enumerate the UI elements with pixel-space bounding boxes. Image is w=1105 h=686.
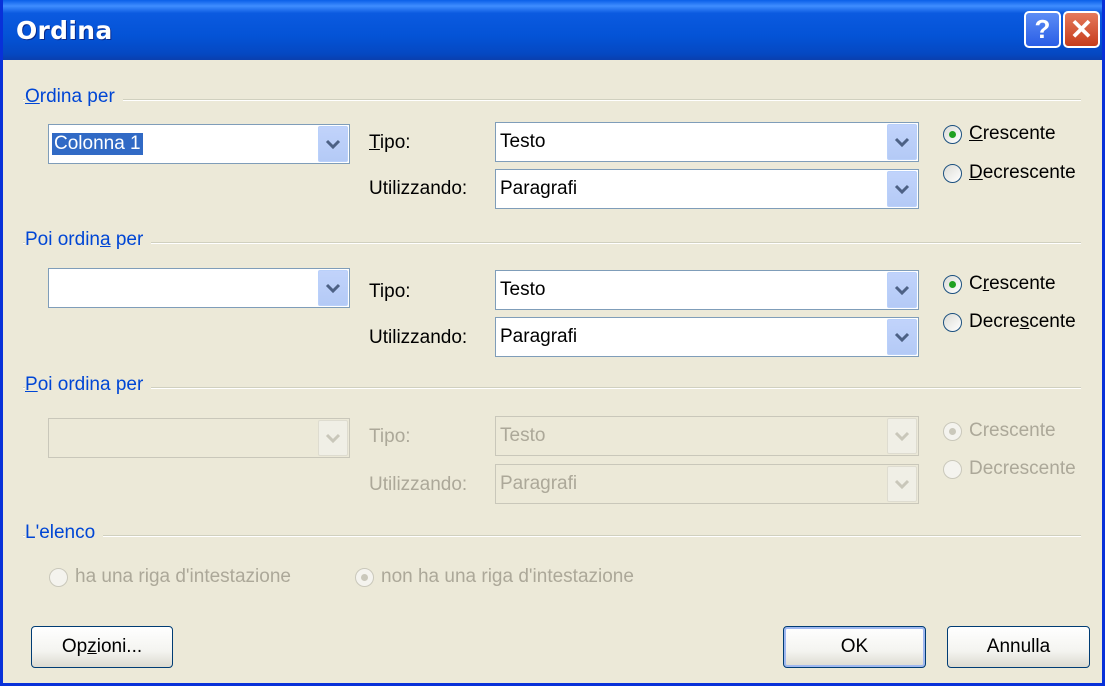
type-label: Tipo: xyxy=(369,281,411,302)
then-by-column-select-disabled xyxy=(48,418,350,458)
ascending-label: Crescente xyxy=(969,273,1056,294)
no-header-label: non ha una riga d'intestazione xyxy=(381,566,634,587)
descending-label: Decrescente xyxy=(969,458,1076,479)
has-header-radio-disabled: ha una riga d'intestazione xyxy=(49,566,291,588)
options-button-label: Opzioni... xyxy=(61,636,143,657)
using-select[interactable]: Paragrafi xyxy=(495,169,919,209)
chevron-down-icon xyxy=(887,466,917,502)
descending-radio[interactable]: Decrescente xyxy=(943,162,1076,184)
title-bar[interactable]: Ordina ? ✕ xyxy=(3,0,1102,60)
section1-separator xyxy=(23,99,1081,101)
section1-heading: Ordina per xyxy=(25,86,123,108)
cancel-button[interactable]: Annulla xyxy=(947,626,1090,668)
then-by-column-select[interactable] xyxy=(48,268,350,308)
ok-button[interactable]: OK xyxy=(783,626,926,668)
no-header-radio-disabled: non ha una riga d'intestazione xyxy=(355,566,634,588)
selected-value: Testo xyxy=(500,279,546,300)
radio-icon xyxy=(943,163,962,183)
type-select[interactable]: Testo xyxy=(495,122,919,162)
chevron-down-icon xyxy=(887,418,917,454)
ascending-radio[interactable]: Crescente xyxy=(943,273,1056,295)
section2-separator xyxy=(23,242,1081,244)
type-label: Tipo: xyxy=(369,426,411,447)
help-icon: ? xyxy=(1034,14,1051,44)
radio-icon xyxy=(943,459,962,479)
selected-value: Paragrafi xyxy=(500,326,578,347)
section2-heading: Poi ordina per xyxy=(25,229,152,251)
section3-heading: Poi ordina per xyxy=(25,374,152,396)
chevron-down-icon[interactable] xyxy=(318,270,348,306)
close-button[interactable]: ✕ xyxy=(1063,11,1100,48)
radio-icon xyxy=(943,312,962,332)
ascending-label: Crescente xyxy=(969,420,1056,441)
selected-value: Testo xyxy=(500,131,546,152)
descending-radio-disabled: Decrescente xyxy=(943,458,1076,480)
selected-value: Colonna 1 xyxy=(52,133,143,155)
using-select[interactable]: Paragrafi xyxy=(495,317,919,357)
list-separator xyxy=(23,535,1081,537)
ascending-radio[interactable]: Crescente xyxy=(943,123,1056,145)
help-button[interactable]: ? xyxy=(1024,11,1061,48)
radio-icon xyxy=(49,567,68,587)
section3-separator xyxy=(23,387,1081,389)
selected-value: Paragrafi xyxy=(500,178,578,199)
chevron-down-icon[interactable] xyxy=(318,126,348,162)
sort-by-column-select[interactable]: Colonna 1 xyxy=(48,124,350,164)
radio-selected-icon xyxy=(943,124,962,144)
close-icon: ✕ xyxy=(1069,14,1094,45)
list-heading: L'elenco xyxy=(25,522,104,544)
radio-selected-icon xyxy=(355,567,374,587)
radio-selected-icon xyxy=(943,421,962,441)
chevron-down-icon[interactable] xyxy=(887,319,917,355)
has-header-label: ha una riga d'intestazione xyxy=(75,566,291,587)
type-select-disabled: Testo xyxy=(495,416,919,456)
chevron-down-icon[interactable] xyxy=(887,272,917,308)
using-label: Utilizzando: xyxy=(369,327,468,348)
selected-value: Testo xyxy=(500,425,546,446)
sort-dialog: Ordina ? ✕ Ordina per Colonna 1 Tipo: Te… xyxy=(0,0,1105,686)
type-label: Tipo: xyxy=(369,132,411,153)
using-label: Utilizzando: xyxy=(369,178,468,199)
selected-value: Paragrafi xyxy=(500,473,578,494)
descending-label: Decrescente xyxy=(969,311,1076,332)
radio-selected-icon xyxy=(943,274,962,294)
using-label: Utilizzando: xyxy=(369,474,468,495)
options-button[interactable]: Opzioni... xyxy=(31,626,173,668)
chevron-down-icon[interactable] xyxy=(887,171,917,207)
chevron-down-icon xyxy=(318,420,348,456)
ascending-radio-disabled: Crescente xyxy=(943,420,1056,442)
chevron-down-icon[interactable] xyxy=(887,124,917,160)
type-select[interactable]: Testo xyxy=(495,270,919,310)
ascending-label: Crescente xyxy=(969,123,1056,144)
descending-label: Decrescente xyxy=(969,162,1076,183)
using-select-disabled: Paragrafi xyxy=(495,464,919,504)
dialog-title: Ordina xyxy=(16,16,113,45)
descending-radio[interactable]: Decrescente xyxy=(943,311,1076,333)
